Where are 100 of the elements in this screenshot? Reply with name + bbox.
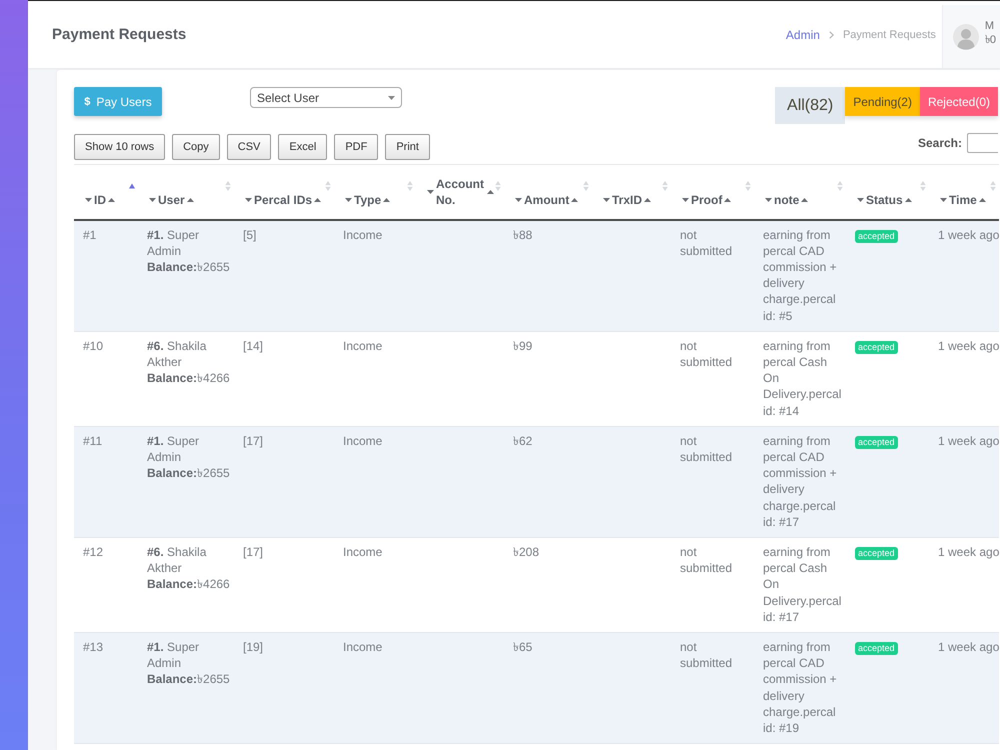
column-header[interactable]: Proof xyxy=(691,192,722,208)
search-label: Search: xyxy=(918,136,962,150)
caret-down-icon xyxy=(345,198,352,202)
caret-up-icon xyxy=(644,198,652,202)
status-badge: accepted xyxy=(855,642,898,655)
caret-up-icon xyxy=(978,198,986,202)
page-title: Payment Requests xyxy=(52,26,186,43)
payment-type: Income xyxy=(343,432,382,449)
user-select[interactable]: Select User xyxy=(250,87,402,108)
status-badge: accepted xyxy=(855,230,898,242)
column-header[interactable]: Account No. xyxy=(436,176,485,208)
payment-type: Income xyxy=(343,226,382,243)
note-text: earning from percal CAD commission + delivery charge.percal id: #17 xyxy=(763,432,838,530)
caret-up-icon xyxy=(801,198,808,202)
column-header[interactable]: Type xyxy=(354,192,382,208)
column-header[interactable]: Percal IDs xyxy=(254,192,312,208)
column-header[interactable]: Status xyxy=(866,192,903,208)
toolbar-button[interactable]: Excel xyxy=(278,134,328,160)
user-name: #6. Shakila Akther xyxy=(147,544,208,576)
time-text: 1 week ago xyxy=(938,338,997,354)
row-id: #10 xyxy=(83,338,104,354)
caret-up-icon xyxy=(571,198,578,202)
caret-up-icon xyxy=(487,190,494,194)
caret-down-icon xyxy=(149,198,156,202)
breadcrumb-link[interactable]: Admin xyxy=(786,28,820,42)
caret-up-icon xyxy=(724,198,732,202)
chevron-right-icon xyxy=(828,30,834,38)
amount: ৳88 xyxy=(513,226,532,243)
caret-down-icon xyxy=(682,198,689,202)
caret-down-icon xyxy=(603,198,610,202)
percal-ids: [5] xyxy=(243,226,256,243)
caret-down-icon xyxy=(765,198,772,202)
avatar-icon xyxy=(952,24,979,50)
percal-ids: [19] xyxy=(243,638,264,656)
payment-type: Income xyxy=(343,544,382,560)
column-header[interactable]: TrxID xyxy=(612,192,642,208)
caret-down-icon xyxy=(245,198,252,202)
user-balance: Balance:৳2655 xyxy=(147,671,230,688)
user-balance: Balance:৳4266 xyxy=(147,576,230,593)
user-name: M xyxy=(984,18,996,32)
column-header[interactable]: ID xyxy=(94,192,106,208)
time-text: 1 week ago xyxy=(938,226,997,243)
toolbar-button[interactable]: CSV xyxy=(226,134,272,160)
percal-ids: [17] xyxy=(243,544,264,560)
time-text: 1 week ago xyxy=(938,638,997,656)
caret-down-icon xyxy=(940,198,947,202)
caret-down-icon xyxy=(85,198,92,202)
proof-status: not submitted xyxy=(680,544,734,576)
toolbar-button[interactable]: Show 10 rows xyxy=(74,134,166,160)
note-text: earning from percal Cash On Delivery.percal id: #14 xyxy=(763,338,842,419)
caret-up-icon xyxy=(904,198,912,202)
time-text: 1 week ago xyxy=(938,544,997,560)
column-header[interactable]: note xyxy=(774,192,800,208)
caret-down-icon xyxy=(857,198,864,202)
proof-status: not submitted xyxy=(680,226,734,259)
note-text: earning from percal CAD commission + delivery charge.percal id: #19 xyxy=(763,638,838,736)
user-name: #1. Super Admin xyxy=(147,226,200,259)
filter-tab[interactable]: Pending(2) xyxy=(845,87,920,116)
row-id: #12 xyxy=(83,544,104,560)
user-panel[interactable]: M ৳0 xyxy=(942,5,1000,68)
toolbar-button[interactable]: Copy xyxy=(172,134,220,160)
note-text: earning from percal CAD commission + delivery charge.percal id: #5 xyxy=(763,226,838,324)
caret-up-icon xyxy=(383,198,390,202)
user-balance: Balance:৳2655 xyxy=(147,258,230,276)
column-header[interactable]: Amount xyxy=(524,192,570,208)
percal-ids: [14] xyxy=(243,338,264,354)
time-text: 1 week ago xyxy=(938,432,997,449)
note-text: earning from percal Cash On Delivery.percal id: #17 xyxy=(763,544,842,625)
search-field[interactable] xyxy=(967,133,998,153)
amount: ৳208 xyxy=(513,544,540,560)
status-badge: accepted xyxy=(855,340,898,354)
user-name: #6. Shakila Akther xyxy=(147,338,208,370)
amount: ৳99 xyxy=(513,338,532,354)
column-header[interactable]: Time xyxy=(949,192,977,208)
user-balance: Balance:৳2655 xyxy=(147,465,230,482)
row-id: #1 xyxy=(83,226,96,243)
caret-up-icon xyxy=(108,198,115,202)
dollar-icon: $ xyxy=(84,96,90,108)
proof-status: not submitted xyxy=(680,338,734,370)
row-id: #13 xyxy=(83,638,104,656)
user-name: #1. Super Admin xyxy=(147,432,200,466)
user-balance: ৳0 xyxy=(984,32,996,46)
amount: ৳65 xyxy=(513,638,532,656)
caret-down-icon xyxy=(515,198,522,202)
status-badge: accepted xyxy=(855,546,898,560)
toolbar-button[interactable]: PDF xyxy=(334,134,378,160)
amount: ৳62 xyxy=(513,432,532,449)
breadcrumb-current: Payment Requests xyxy=(842,28,936,40)
caret-up-icon xyxy=(314,198,322,202)
toolbar-button[interactable]: Print xyxy=(385,134,430,160)
filter-tab[interactable]: All(82) xyxy=(775,87,846,124)
column-header[interactable]: User xyxy=(158,192,185,208)
caret-up-icon xyxy=(186,198,194,202)
caret-down-icon xyxy=(388,96,395,100)
percal-ids: [17] xyxy=(243,432,264,449)
proof-status: not submitted xyxy=(680,432,734,466)
user-name: #1. Super Admin xyxy=(147,638,200,672)
row-id: #11 xyxy=(83,432,102,449)
payment-type: Income xyxy=(343,338,382,354)
proof-status: not submitted xyxy=(680,638,734,672)
